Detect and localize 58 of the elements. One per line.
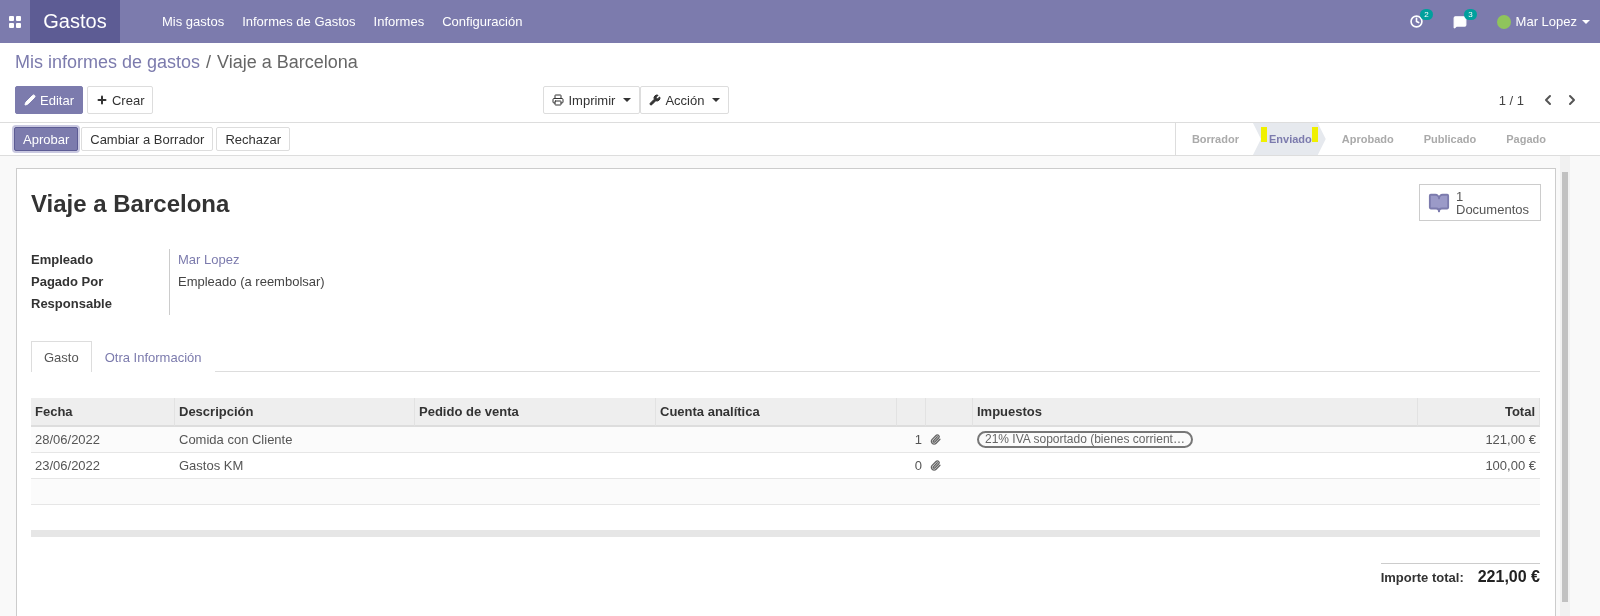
column-header: Descripción — [175, 398, 415, 427]
column-header: Fecha — [31, 398, 175, 427]
clock-icon[interactable] — [1409, 15, 1423, 28]
app-name: Gastos — [30, 0, 120, 43]
printer-icon — [552, 94, 565, 106]
column-header: Cuenta analítica — [656, 398, 897, 427]
paperclip-icon[interactable] — [930, 460, 941, 471]
total-label: Importe total: — [1380, 569, 1464, 585]
status-button[interactable]: Cambiar a Borrador — [81, 127, 214, 151]
column-header: Impuestos — [973, 398, 1418, 427]
field-label: Pagado Por — [31, 273, 105, 291]
caret-icon — [712, 98, 721, 102]
paperclip-icon[interactable] — [930, 434, 941, 445]
avatar-icon — [1496, 14, 1511, 29]
documents-button[interactable]: 1 Documentos — [1419, 184, 1541, 221]
print-dropdown[interactable]: Imprimir — [543, 86, 641, 114]
field-value: Empleado (a reembolsar) — [169, 271, 1540, 293]
tab[interactable]: Gasto — [31, 341, 92, 372]
menu-item[interactable]: Configuración — [442, 14, 523, 29]
activity-count: 2 — [1420, 9, 1433, 20]
breadcrumb-current: Viaje a Barcelona — [217, 52, 358, 74]
book-icon — [1428, 191, 1450, 214]
wrench-icon — [649, 94, 662, 106]
stage-step[interactable]: Enviado — [1252, 123, 1326, 155]
status-button[interactable]: Aprobar — [14, 127, 79, 151]
table-cell: Comida con Cliente — [175, 427, 415, 453]
breadcrumb-link[interactable]: Mis informes de gastos — [15, 52, 201, 74]
scrollbar[interactable] — [1560, 156, 1570, 616]
plus-icon — [95, 94, 108, 106]
report-title: Viaje a Barcelona — [31, 190, 230, 218]
menu-item[interactable]: Informes — [373, 14, 425, 29]
tax-tag: 21% IVA soportado (bienes corrient… — [977, 431, 1193, 448]
column-header: Total — [1418, 398, 1540, 427]
total-amount: 221,00 € — [1477, 568, 1540, 586]
user-menu[interactable]: Mar Lopez — [1496, 14, 1590, 29]
grid-icon — [9, 15, 21, 28]
breadcrumb-separator: / — [206, 52, 212, 74]
column-header: Pedido de venta — [415, 398, 656, 427]
chat-icon[interactable] — [1452, 14, 1467, 29]
action-dropdown[interactable]: Acción — [640, 86, 730, 114]
status-button[interactable]: Rechazar — [216, 127, 291, 151]
create-button[interactable]: Crear — [86, 86, 154, 114]
caret-icon — [623, 98, 632, 102]
field-label: Responsable — [31, 295, 113, 313]
field-label: Empleado — [31, 251, 95, 269]
menu-item[interactable]: Informes de Gastos — [242, 14, 356, 29]
menu-item[interactable]: Mis gastos — [162, 14, 225, 29]
employee-link[interactable]: Mar Lopez — [169, 249, 1540, 271]
highlight-mark — [1311, 127, 1318, 142]
highlight-mark — [1260, 127, 1267, 142]
message-count: 3 — [1464, 8, 1477, 20]
table-cell: 28/06/2022 — [31, 427, 175, 453]
pager-text: 1 / 1 — [1498, 92, 1524, 108]
caret-icon — [1582, 19, 1590, 24]
table-cell: 121,00 € — [1418, 427, 1540, 453]
table-cell: 1 — [897, 427, 926, 453]
pencil-icon — [24, 94, 36, 106]
edit-button[interactable]: Editar — [15, 86, 83, 114]
